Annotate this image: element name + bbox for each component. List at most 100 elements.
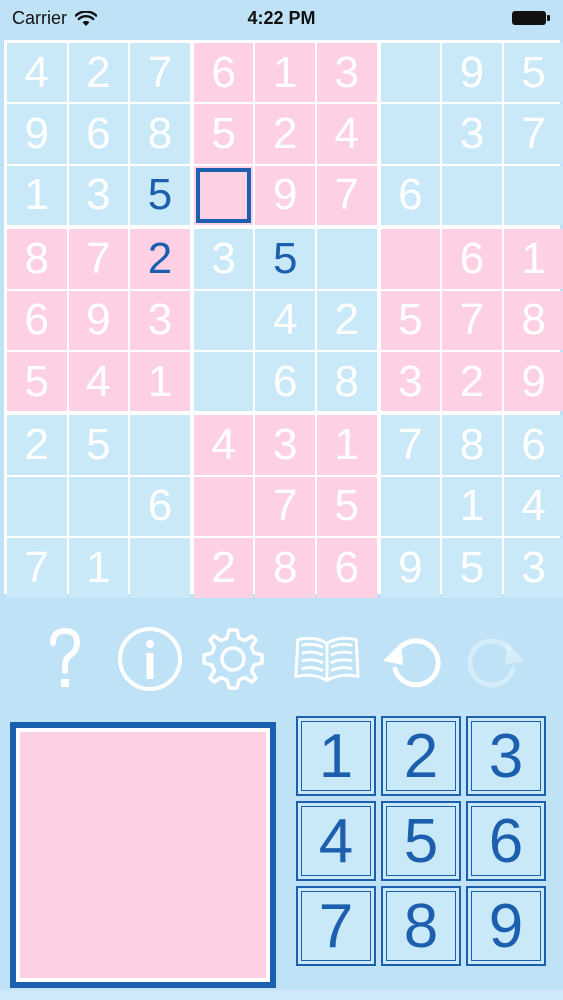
settings-button[interactable] [198, 620, 268, 698]
board-cell-r7c1[interactable]: 2 [7, 415, 67, 475]
board-cell-r1c3[interactable]: 7 [130, 43, 190, 103]
board-cell-r5c4[interactable] [193, 290, 254, 350]
board-cell-r8c3[interactable]: 6 [130, 476, 190, 537]
board-cell-r2c7[interactable] [380, 104, 441, 164]
board-cell-r9c6[interactable]: 6 [317, 538, 377, 598]
board-cell-r9c7[interactable]: 9 [380, 538, 441, 598]
board-cell-r9c3[interactable] [130, 538, 190, 598]
board-cell-r8c1[interactable] [7, 476, 67, 537]
board-cell-r9c9[interactable]: 3 [503, 538, 563, 598]
board-cell-r1c8[interactable]: 9 [442, 43, 502, 103]
keypad-key-5[interactable]: 5 [381, 801, 461, 881]
help-button[interactable] [30, 620, 100, 698]
board-cell-r2c5[interactable]: 2 [255, 104, 315, 164]
board-cell-r2c3[interactable]: 8 [130, 104, 190, 164]
board-cell-r7c8[interactable]: 8 [442, 415, 502, 475]
board-cell-r1c2[interactable]: 2 [68, 43, 129, 103]
board-cell-r7c6[interactable]: 1 [317, 415, 377, 475]
keypad-key-9[interactable]: 9 [466, 886, 546, 966]
board-cell-r6c9[interactable]: 9 [503, 352, 563, 412]
board-cell-r4c4[interactable]: 3 [193, 229, 254, 289]
board-cell-r1c5[interactable]: 1 [255, 43, 315, 103]
board-cell-r4c1[interactable]: 8 [7, 229, 67, 289]
board-cell-r8c2[interactable] [68, 476, 129, 537]
board-cell-r9c5[interactable]: 8 [255, 538, 315, 598]
keypad-key-2[interactable]: 2 [381, 716, 461, 796]
battery-icon [512, 11, 550, 25]
board-cell-r7c9[interactable]: 6 [503, 415, 563, 475]
board-cell-r2c8[interactable]: 3 [442, 104, 502, 164]
board-cell-r7c5[interactable]: 3 [255, 415, 315, 475]
board-cell-r5c2[interactable]: 9 [68, 290, 129, 350]
board-cell-r4c9[interactable]: 1 [503, 229, 563, 289]
board-cell-r7c2[interactable]: 5 [68, 415, 129, 475]
board-cell-r2c1[interactable]: 9 [7, 104, 67, 164]
board-cell-r9c1[interactable]: 7 [7, 538, 67, 598]
board-cell-r5c5[interactable]: 4 [255, 290, 315, 350]
board-cell-r5c7[interactable]: 5 [380, 290, 441, 350]
board-cell-r3c7[interactable]: 6 [380, 165, 441, 226]
board-cell-r1c9[interactable]: 5 [503, 43, 563, 103]
board-cell-r8c5[interactable]: 7 [255, 476, 315, 537]
board-cell-r6c5[interactable]: 6 [255, 352, 315, 412]
rules-button[interactable] [292, 620, 362, 698]
board-cell-r7c4[interactable]: 4 [193, 415, 254, 475]
board-cell-r7c3[interactable] [130, 415, 190, 475]
board-cell-r5c3[interactable]: 3 [130, 290, 190, 350]
board-cell-r4c8[interactable]: 6 [442, 229, 502, 289]
board-cell-r6c2[interactable]: 4 [68, 352, 129, 412]
board-cell-r4c3[interactable]: 2 [130, 229, 190, 289]
board-cell-r7c7[interactable]: 7 [380, 415, 441, 475]
board-cell-r8c9[interactable]: 4 [503, 476, 563, 537]
board-cell-r9c4[interactable]: 2 [193, 538, 254, 598]
board-cell-r9c8[interactable]: 5 [442, 538, 502, 598]
board-cell-r9c2[interactable]: 1 [68, 538, 129, 598]
board-cell-r3c5[interactable]: 9 [255, 165, 315, 226]
board-cell-r5c1[interactable]: 6 [7, 290, 67, 350]
board-cell-r5c6[interactable]: 2 [317, 290, 377, 350]
board-cell-r6c7[interactable]: 3 [380, 352, 441, 412]
board-cell-r3c8[interactable] [442, 165, 502, 226]
board-cell-r1c7[interactable] [380, 43, 441, 103]
redo-button[interactable] [460, 620, 530, 698]
board-cell-r8c6[interactable]: 5 [317, 476, 377, 537]
keypad-key-4[interactable]: 4 [296, 801, 376, 881]
board-cell-r4c7[interactable] [380, 229, 441, 289]
board-cell-r2c2[interactable]: 6 [68, 104, 129, 164]
board-cell-r6c3[interactable]: 1 [130, 352, 190, 412]
board-cell-r4c6[interactable] [317, 229, 377, 289]
board-cell-r2c4[interactable]: 5 [193, 104, 254, 164]
undo-button[interactable] [378, 620, 448, 698]
sudoku-board: 4276139596852437135976872356169342578541… [4, 40, 563, 598]
open-book-icon [294, 636, 360, 682]
keypad-key-8[interactable]: 8 [381, 886, 461, 966]
board-cell-r2c9[interactable]: 7 [503, 104, 563, 164]
board-cell-r3c1[interactable]: 1 [7, 165, 67, 226]
board-cell-r3c9[interactable] [503, 165, 563, 226]
keypad-key-3[interactable]: 3 [466, 716, 546, 796]
board-cell-r3c3[interactable]: 5 [130, 165, 190, 226]
board-cell-r8c8[interactable]: 1 [442, 476, 502, 537]
board-cell-r4c5[interactable]: 5 [255, 229, 315, 289]
keypad-key-7[interactable]: 7 [296, 886, 376, 966]
board-cell-r8c7[interactable] [380, 476, 441, 537]
keypad-key-1[interactable]: 1 [296, 716, 376, 796]
keypad-key-6[interactable]: 6 [466, 801, 546, 881]
board-cell-r6c4[interactable] [193, 352, 254, 412]
board-cell-r1c4[interactable]: 6 [193, 43, 254, 103]
board-cell-r3c2[interactable]: 3 [68, 165, 129, 226]
board-cell-r8c4[interactable] [193, 476, 254, 537]
board-cell-r5c8[interactable]: 7 [442, 290, 502, 350]
board-cell-r6c6[interactable]: 8 [317, 352, 377, 412]
board-cell-r5c9[interactable]: 8 [503, 290, 563, 350]
board-cell-r4c2[interactable]: 7 [68, 229, 129, 289]
board-cell-r3c6[interactable]: 7 [317, 165, 377, 226]
board-cell-r3c4[interactable] [193, 165, 254, 226]
board-cell-r1c1[interactable]: 4 [7, 43, 67, 103]
board-cell-r6c8[interactable]: 2 [442, 352, 502, 412]
board-cell-r1c6[interactable]: 3 [317, 43, 377, 103]
board-cell-r2c6[interactable]: 4 [317, 104, 377, 164]
number-keypad: 123 456 789 [296, 716, 546, 966]
info-button[interactable] [115, 620, 185, 698]
board-cell-r6c1[interactable]: 5 [7, 352, 67, 412]
